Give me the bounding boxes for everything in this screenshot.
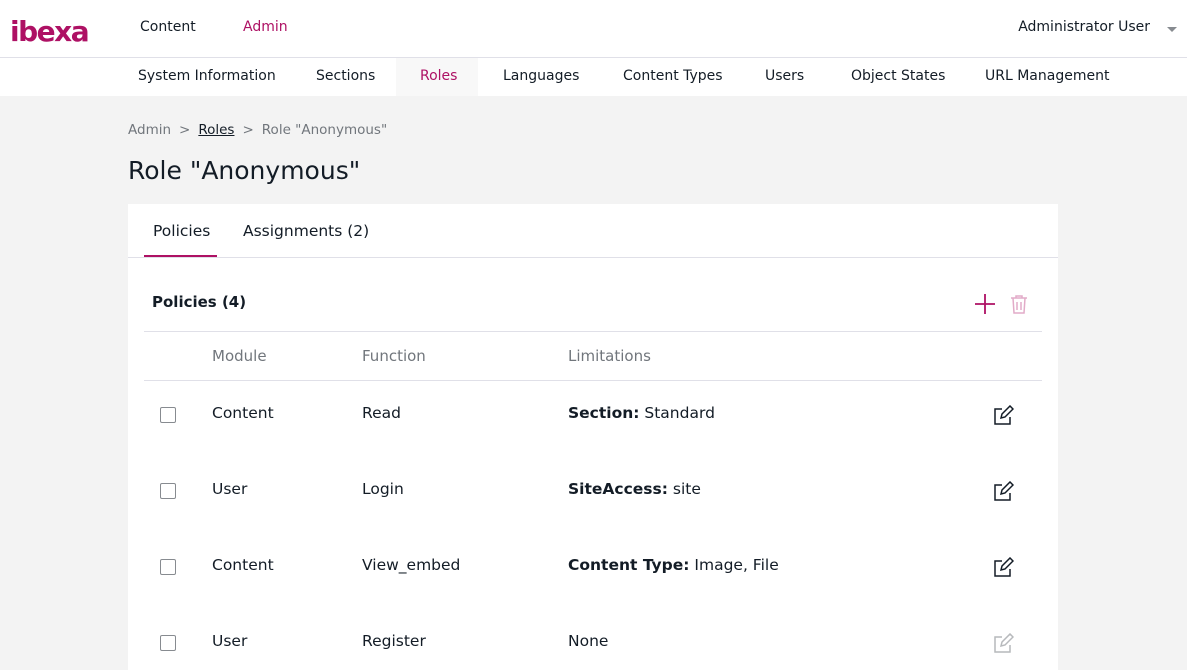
column-module: Module	[212, 347, 267, 365]
cell-limitations: None	[568, 632, 608, 650]
limitation-key: Content Type:	[568, 556, 690, 574]
subnav-url-management[interactable]: URL Management	[985, 68, 1109, 84]
breadcrumb: Admin > Roles > Role "Anonymous"	[128, 122, 387, 138]
row-checkbox[interactable]	[160, 635, 176, 651]
chevron-down-icon[interactable]	[1167, 27, 1177, 32]
nav-content[interactable]: Content	[140, 19, 196, 35]
tab-policies[interactable]: Policies	[153, 222, 210, 240]
limitation-value: site	[667, 480, 701, 498]
edit-icon[interactable]	[992, 557, 1014, 579]
column-function: Function	[362, 347, 426, 365]
user-menu[interactable]: Administrator User	[1018, 19, 1150, 35]
cell-limitations: Content Type: Image, File	[568, 556, 779, 574]
subnav-system-information[interactable]: System Information	[138, 68, 276, 84]
table-row: Content Read Section: Standard	[144, 388, 1042, 464]
edit-icon[interactable]	[992, 405, 1014, 427]
cell-module: Content	[212, 556, 274, 574]
subnav-object-states[interactable]: Object States	[851, 68, 945, 84]
limitation-value: Image, File	[689, 556, 779, 574]
breadcrumb-separator: >	[179, 122, 191, 138]
row-checkbox[interactable]	[160, 483, 176, 499]
cell-module: User	[212, 480, 248, 498]
svg-text:ibexa: ibexa	[10, 17, 88, 45]
page-title: Role "Anonymous"	[128, 156, 361, 185]
row-checkbox[interactable]	[160, 407, 176, 423]
ibexa-logo[interactable]: ibexa	[10, 17, 102, 45]
limitation-key: SiteAccess:	[568, 480, 668, 498]
subnav-content-types[interactable]: Content Types	[623, 68, 723, 84]
nav-admin[interactable]: Admin	[243, 19, 288, 35]
cell-function: Register	[362, 632, 426, 650]
cell-module: Content	[212, 404, 274, 422]
cell-function: Login	[362, 480, 404, 498]
edit-icon[interactable]	[992, 481, 1014, 503]
role-card: Policies Assignments (2) Policies (4) Mo…	[128, 204, 1058, 670]
cell-limitations: SiteAccess: site	[568, 480, 701, 498]
subnav-roles[interactable]: Roles	[420, 68, 457, 84]
table-row: User Login SiteAccess: site	[144, 464, 1042, 540]
subnav-languages[interactable]: Languages	[503, 68, 579, 84]
top-bar: ibexa Content Admin Administrator User	[0, 0, 1187, 58]
tab-assignments[interactable]: Assignments (2)	[243, 222, 369, 240]
table-row: User Register None	[144, 616, 1042, 670]
table-row: Content View_embed Content Type: Image, …	[144, 540, 1042, 616]
breadcrumb-current: Role "Anonymous"	[261, 122, 388, 138]
tab-bar: Policies Assignments (2)	[128, 204, 1058, 258]
cell-function: View_embed	[362, 556, 461, 574]
header-divider	[144, 331, 1042, 332]
breadcrumb-separator: >	[242, 122, 254, 138]
admin-subnav: System Information Sections Roles Langua…	[0, 58, 1187, 96]
cell-module: User	[212, 632, 248, 650]
policies-heading: Policies (4)	[152, 293, 247, 311]
edit-icon	[994, 633, 1014, 653]
table-header-divider	[144, 380, 1042, 381]
breadcrumb-roles[interactable]: Roles	[198, 122, 234, 138]
trash-icon[interactable]	[1008, 293, 1030, 315]
breadcrumb-admin[interactable]: Admin	[128, 122, 171, 138]
row-checkbox[interactable]	[160, 559, 176, 575]
limitation-key: Section:	[568, 404, 640, 422]
active-tab-indicator	[144, 255, 217, 257]
plus-icon[interactable]	[973, 292, 997, 316]
limitation-value: Standard	[639, 404, 715, 422]
subnav-users[interactable]: Users	[765, 68, 804, 84]
column-limitations: Limitations	[568, 347, 651, 365]
cell-limitations: Section: Standard	[568, 404, 715, 422]
limitation-value: None	[568, 632, 609, 650]
cell-function: Read	[362, 404, 401, 422]
subnav-sections[interactable]: Sections	[316, 68, 375, 84]
